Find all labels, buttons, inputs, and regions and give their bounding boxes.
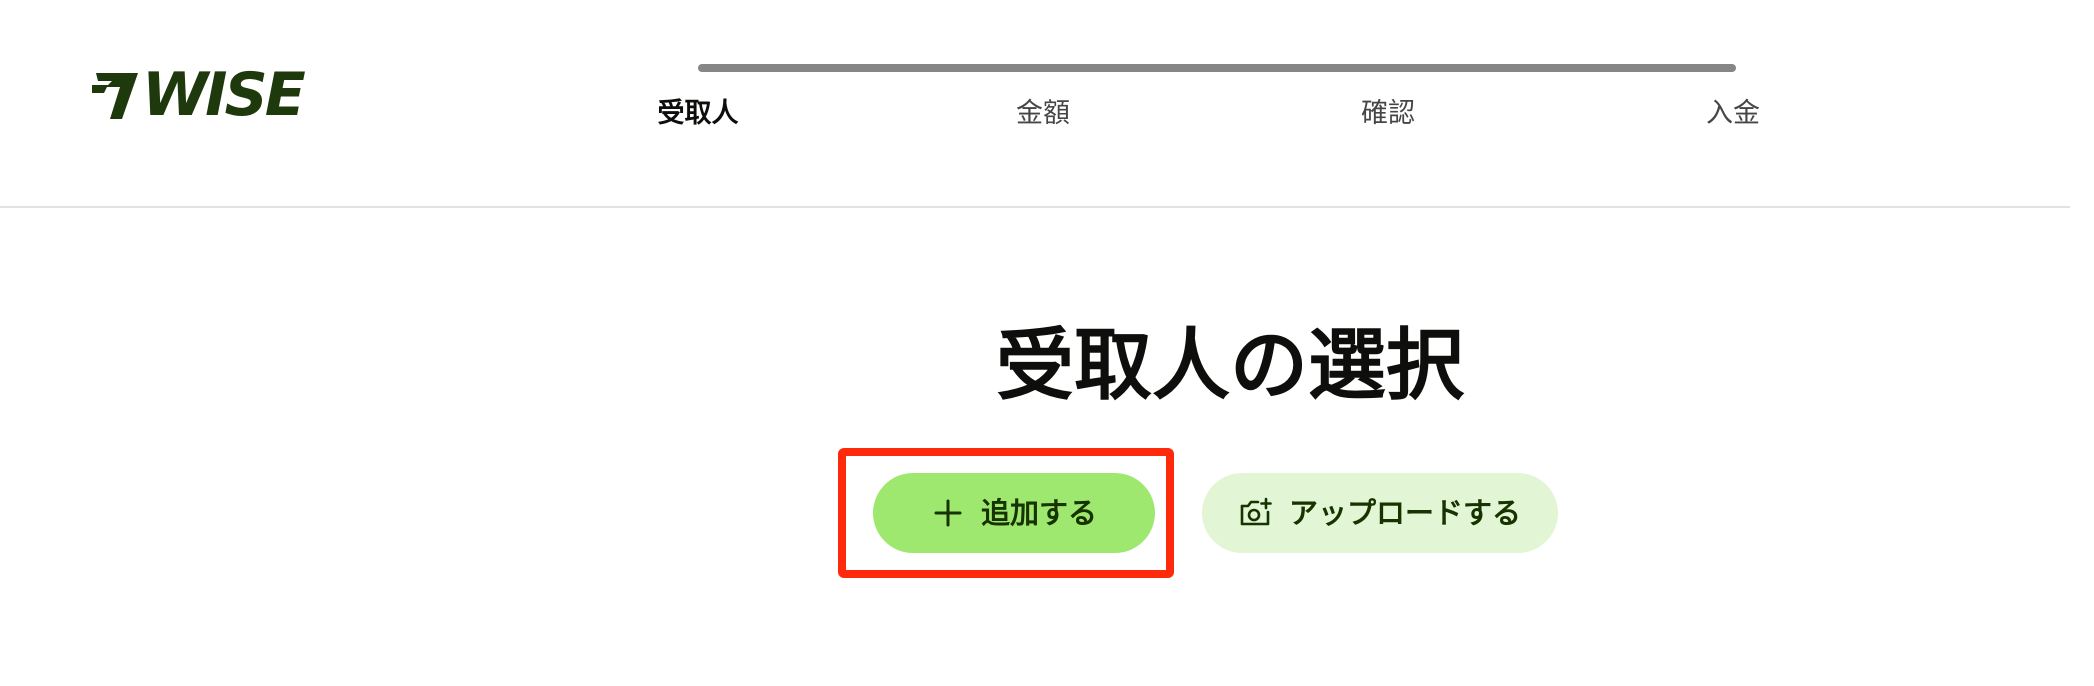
upload-button[interactable]: アップロードする (1202, 473, 1558, 553)
progress-steps: 受取人 金額 確認 入金 (598, 92, 1838, 136)
add-recipient-button[interactable]: 追加する (873, 473, 1155, 553)
upload-label: アップロードする (1288, 496, 1521, 530)
step-review: 確認 (1361, 98, 1415, 129)
add-recipient-label: 追加する (980, 496, 1097, 530)
plus-icon (931, 496, 965, 530)
wise-flag-icon (92, 73, 138, 119)
step-payment: 入金 (1706, 98, 1760, 129)
step-amount: 金額 (1016, 98, 1070, 129)
wise-logo-text: WISE (142, 60, 306, 130)
step-recipient: 受取人 (657, 98, 739, 129)
wise-logo[interactable]: WISE (92, 60, 306, 130)
page-title: 受取人の選択 (995, 321, 1464, 411)
top-header: WISE 受取人 金額 確認 入金 (0, 0, 2070, 208)
camera-plus-icon (1239, 496, 1273, 530)
progress-bar (698, 64, 1736, 72)
